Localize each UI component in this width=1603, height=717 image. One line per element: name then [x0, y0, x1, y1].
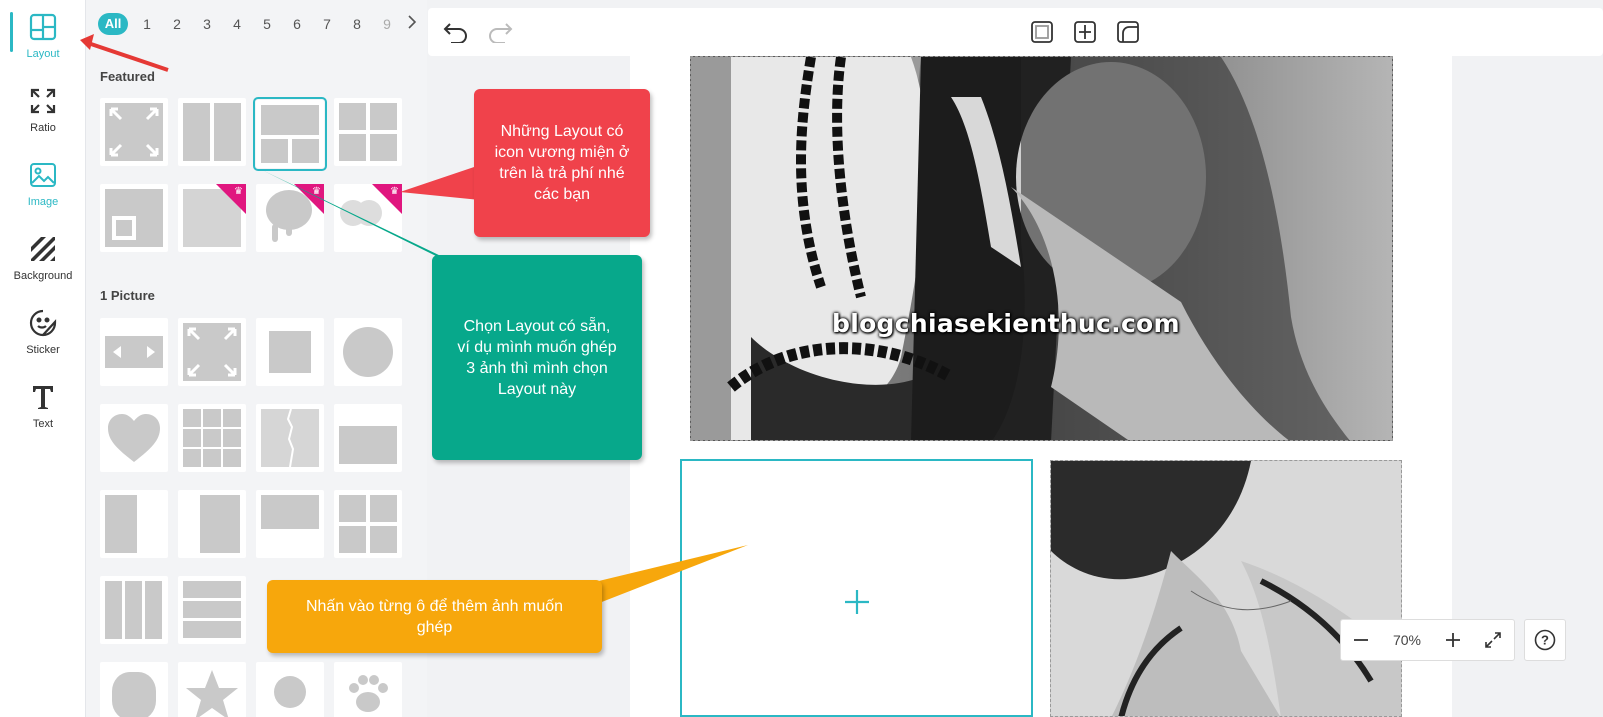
expand-icon [109, 107, 159, 157]
layout-tile[interactable] [334, 490, 402, 558]
rail-item-sticker[interactable]: Sticker [0, 300, 86, 370]
layout-icon [28, 12, 58, 42]
layout-tile[interactable] [178, 662, 246, 717]
rail-item-image[interactable]: Image [0, 152, 86, 222]
collage-photo-slot-2[interactable] [680, 459, 1033, 717]
layout-tile-premium[interactable]: ♛ [334, 184, 402, 252]
annotation-callout-premium: Những Layout có icon vương miện ở trên l… [474, 89, 650, 237]
page-3[interactable]: 3 [192, 16, 222, 32]
layout-tile[interactable] [100, 98, 168, 166]
layout-tile[interactable] [100, 184, 168, 252]
zoom-level: 70% [1392, 632, 1422, 648]
collage-photo-slot-1[interactable] [690, 56, 1393, 441]
rail-label-ratio: Ratio [30, 122, 56, 134]
rail-label-image: Image [27, 196, 59, 208]
watermark-text: blogchiasekienthuc.com [832, 309, 1180, 338]
portrait-photo [691, 57, 1392, 440]
zoom-out-icon[interactable] [1341, 620, 1381, 660]
layout-tile[interactable] [178, 576, 246, 644]
layout-tile[interactable] [256, 490, 324, 558]
border-icon[interactable] [1028, 18, 1056, 46]
section-title-1-picture: 1 Picture [100, 288, 155, 303]
page-1[interactable]: 1 [132, 16, 162, 32]
image-icon [28, 160, 58, 190]
crown-icon: ♛ [390, 186, 399, 197]
undo-icon[interactable] [442, 18, 470, 46]
tool-rail: Layout Ratio Image Background Sticker Te… [0, 0, 86, 717]
layout-tile[interactable] [178, 490, 246, 558]
add-photo-icon [845, 590, 869, 614]
layout-tile-premium[interactable]: ♛ [178, 184, 246, 252]
layout-tile[interactable] [334, 404, 402, 472]
layout-tile[interactable] [178, 98, 246, 166]
rail-label-layout: Layout [26, 48, 60, 60]
torn-edge-icon [286, 409, 295, 467]
crown-icon: ♛ [234, 186, 243, 197]
spacing-icon[interactable] [1071, 18, 1099, 46]
layout-tile[interactable] [100, 576, 168, 644]
layout-tile[interactable] [100, 490, 168, 558]
corner-radius-icon[interactable] [1114, 18, 1142, 46]
text-icon [28, 382, 58, 412]
background-icon [28, 234, 58, 264]
page-4[interactable]: 4 [222, 16, 252, 32]
arrows-horizontal-icon [113, 346, 155, 358]
ratio-icon [28, 86, 58, 116]
layout-tile[interactable] [334, 662, 402, 717]
layout-tile[interactable] [100, 404, 168, 472]
layout-tile-premium[interactable]: ♛ [256, 184, 324, 252]
rail-item-background[interactable]: Background [0, 226, 86, 296]
layout-tile[interactable] [334, 318, 402, 386]
expand-icon [187, 327, 237, 377]
page-9[interactable]: 9 [372, 16, 402, 32]
annotation-callout-choose-layout: Chọn Layout có sẵn, ví dụ mình muốn ghép… [432, 255, 642, 460]
layout-tile-selected[interactable] [253, 97, 327, 171]
zoom-in-icon[interactable] [1433, 620, 1473, 660]
zoom-controls: 70% [1340, 619, 1515, 661]
rail-label-sticker: Sticker [26, 344, 60, 356]
section-title-featured: Featured [100, 69, 155, 84]
annotation-callout-add-photo: Nhấn vào từng ô để thêm ảnh muốn ghép [267, 580, 602, 653]
rail-label-text: Text [32, 418, 54, 430]
page-8[interactable]: 8 [342, 16, 372, 32]
page-6[interactable]: 6 [282, 16, 312, 32]
collage-photo-slot-3[interactable] [1050, 460, 1402, 717]
page-selector: All 1 2 3 4 5 6 7 8 9 [98, 10, 422, 38]
paw-icon [349, 675, 388, 712]
layout-tile[interactable] [100, 318, 168, 386]
help-icon[interactable]: ? [1524, 619, 1566, 661]
layout-tile[interactable] [334, 98, 402, 166]
svg-text:?: ? [1541, 633, 1549, 648]
rail-item-ratio[interactable]: Ratio [0, 78, 86, 148]
layout-tile[interactable] [178, 404, 246, 472]
rail-item-text[interactable]: Text [0, 374, 86, 444]
canvas-toolbar [428, 8, 1603, 56]
fullscreen-icon[interactable] [1473, 620, 1513, 660]
rail-item-layout[interactable]: Layout [0, 4, 86, 74]
redo-icon[interactable] [486, 18, 514, 46]
page-5[interactable]: 5 [252, 16, 282, 32]
collage-editor: Layout Ratio Image Background Sticker Te… [0, 0, 1603, 717]
sticker-icon [28, 308, 58, 338]
star-icon [186, 670, 238, 717]
page-2[interactable]: 2 [162, 16, 192, 32]
layout-tile[interactable] [178, 318, 246, 386]
page-all[interactable]: All [98, 13, 128, 35]
layout-tile[interactable] [256, 662, 324, 717]
layout-tile[interactable] [256, 318, 324, 386]
rail-label-background: Background [13, 270, 73, 282]
back-portrait-photo [1051, 461, 1401, 716]
crown-icon: ♛ [312, 186, 321, 197]
page-7[interactable]: 7 [312, 16, 342, 32]
chevron-right-icon[interactable] [402, 14, 422, 34]
layout-tile[interactable] [100, 662, 168, 717]
layout-tile[interactable] [256, 404, 324, 472]
heart-icon [108, 414, 160, 462]
